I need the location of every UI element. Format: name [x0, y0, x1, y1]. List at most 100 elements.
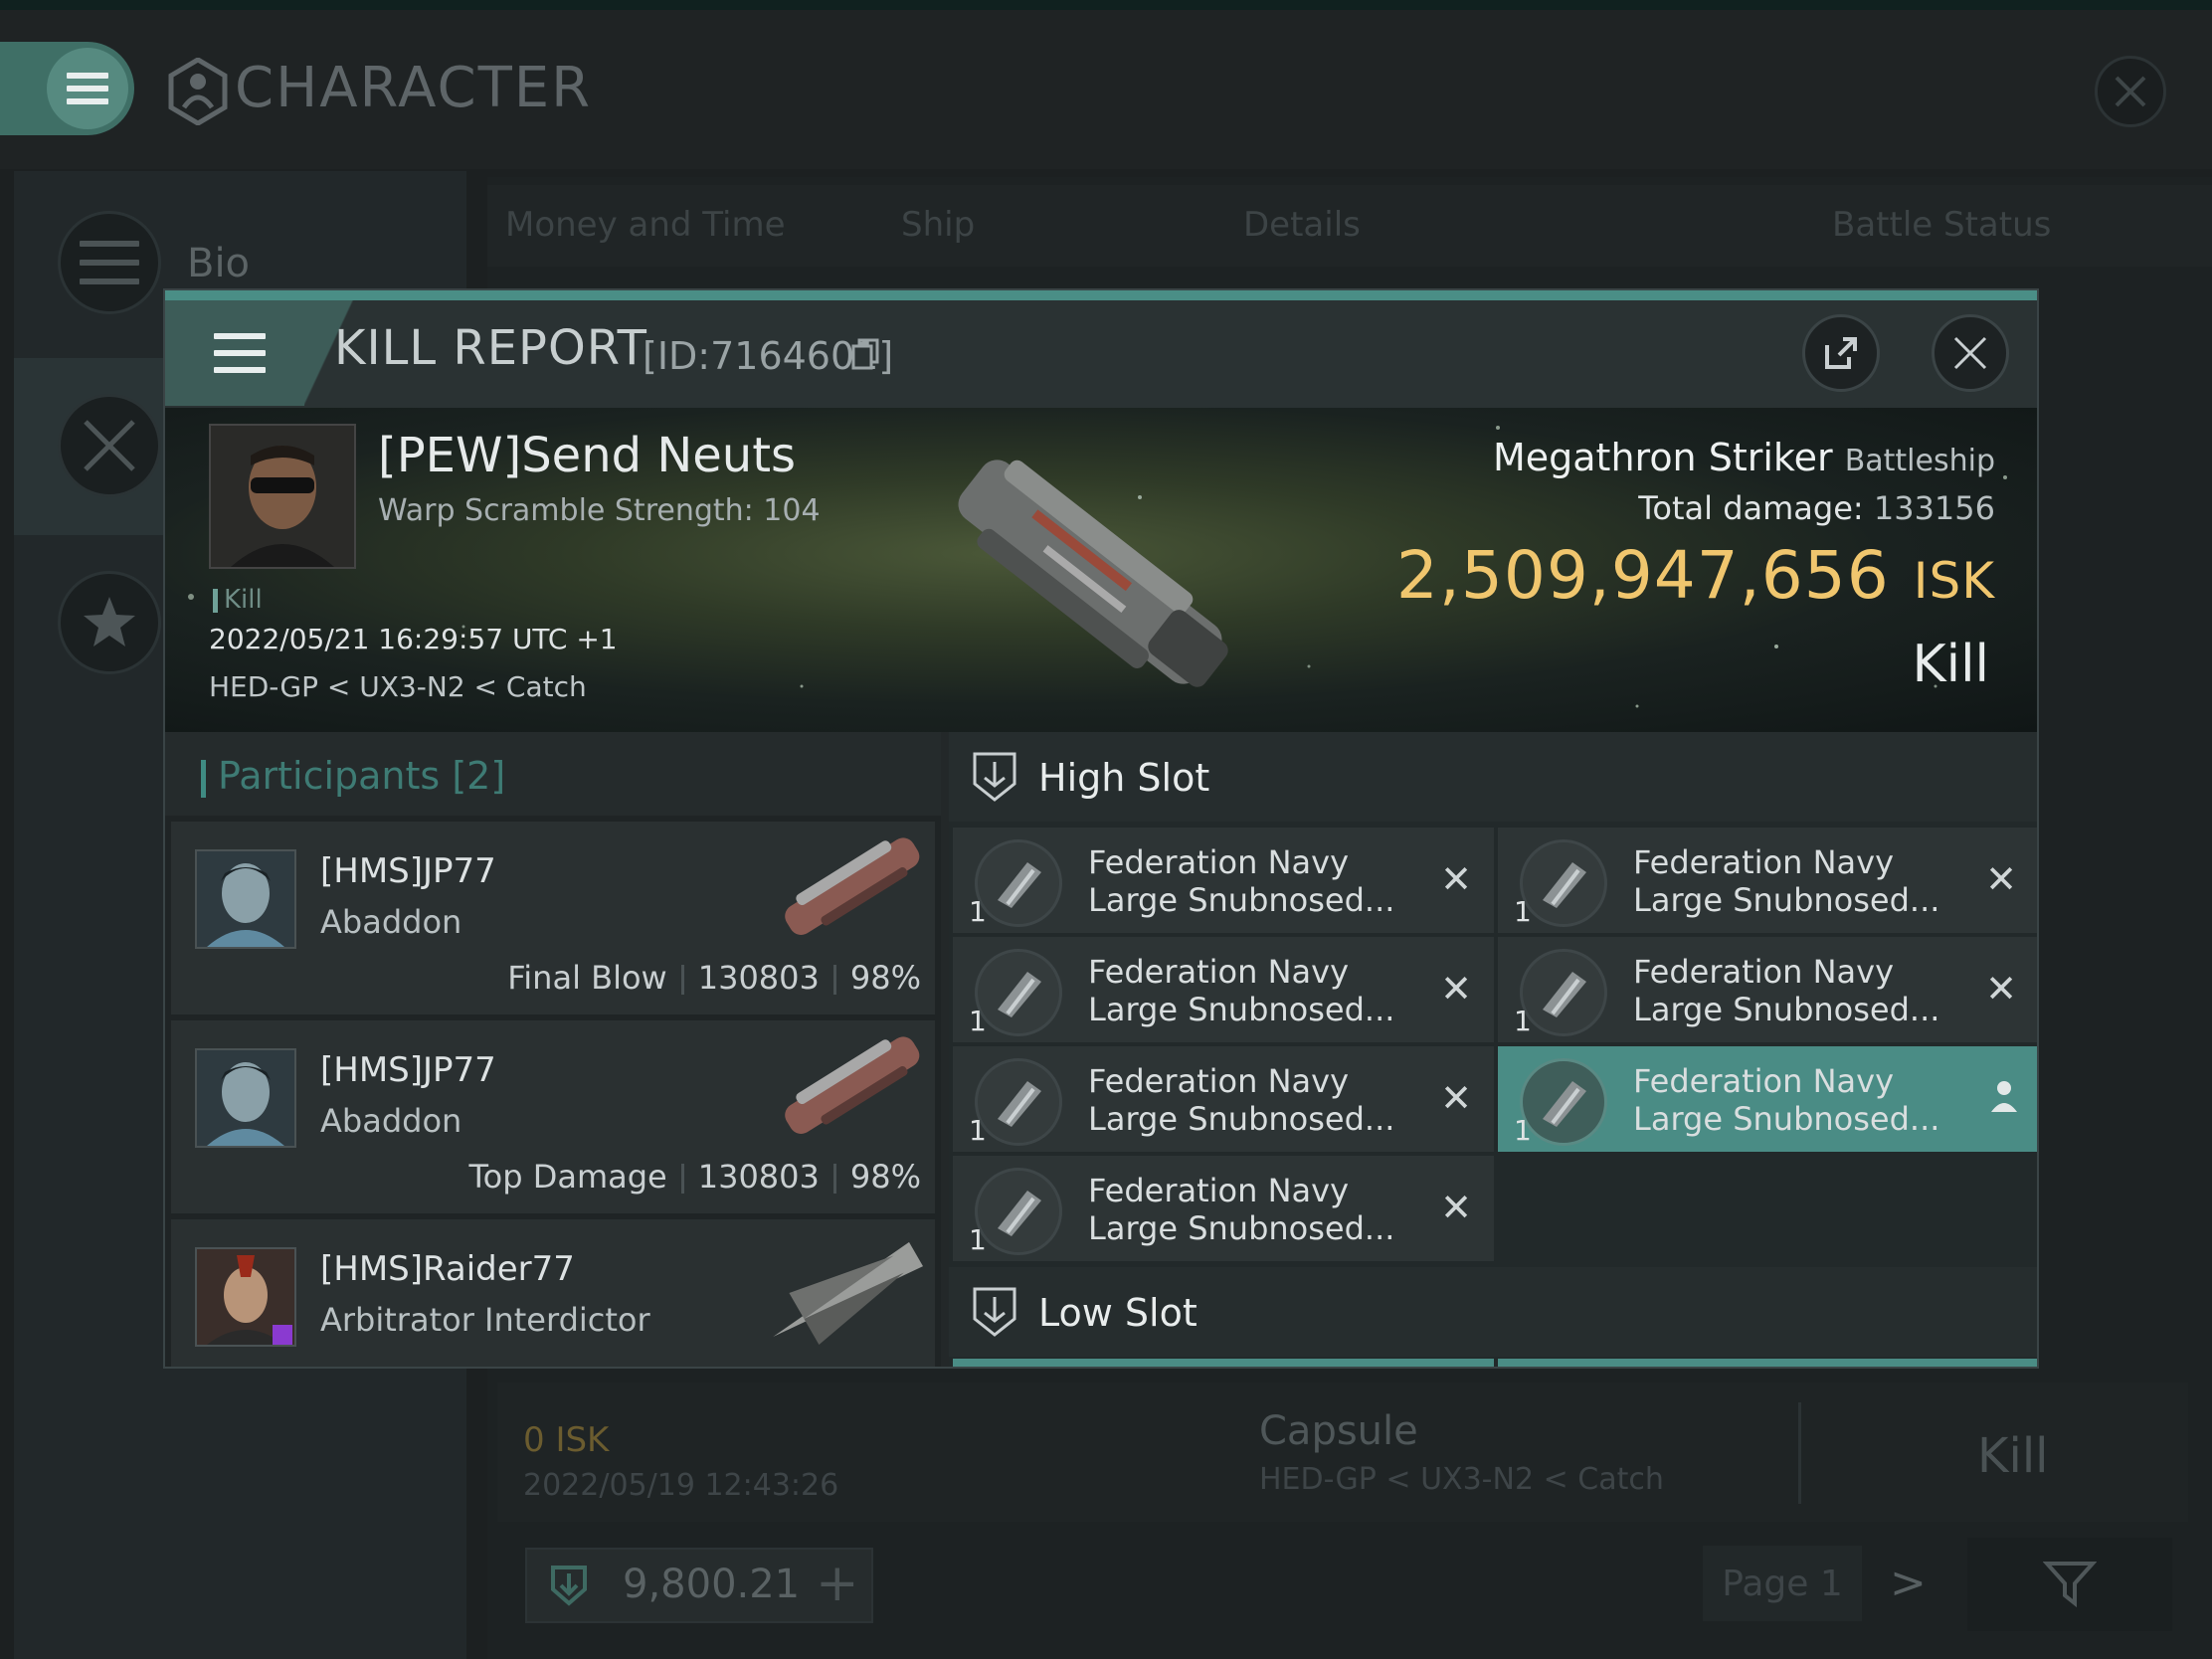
item-name-line1: Federation Navy	[1633, 953, 1894, 991]
fitting-item-partial[interactable]	[953, 1359, 1494, 1367]
row-divider	[1798, 1402, 1801, 1504]
participant-avatar[interactable]	[195, 849, 296, 949]
kill-tag-label: Kill	[224, 585, 263, 615]
participant-role: Top Damage	[468, 1158, 667, 1196]
high-slot-title: High Slot	[1038, 756, 1210, 800]
ship-name: Megathron Striker	[1492, 436, 1833, 479]
item-name-line1: Federation Navy	[1088, 1062, 1349, 1100]
isk-amount: 2,509,947,656	[1395, 537, 1890, 614]
victim-ship[interactable]: Megathron Striker Battleship	[1493, 436, 1995, 479]
add-balance-button[interactable]: +	[816, 1554, 859, 1613]
fitting-item[interactable]: 1 Federation Navy Large Snubnosed... ✕	[953, 1156, 1494, 1261]
row-result: Kill	[1977, 1428, 2049, 1484]
participant-ship-image	[773, 1241, 924, 1345]
copy-icon[interactable]	[851, 338, 879, 370]
fitting-item-partial[interactable]	[1498, 1359, 2037, 1367]
module-icon	[1520, 1058, 1607, 1146]
fitting-item[interactable]: 1 Federation Navy Large Snubnosed... ✕	[1498, 937, 2037, 1042]
main-menu-button[interactable]	[0, 42, 134, 135]
item-quantity: 1	[1514, 1005, 1532, 1037]
window-close-button[interactable]	[2095, 56, 2166, 127]
module-icon	[975, 839, 1062, 927]
row-ship: Capsule	[1259, 1408, 1418, 1454]
fitting-item-selected[interactable]: 1 Federation Navy Large Snubnosed...	[1498, 1046, 2037, 1152]
ship-class: Battleship	[1844, 444, 1995, 478]
destroyed-icon: ✕	[1440, 967, 1472, 1011]
victim-ship-image	[958, 460, 1228, 687]
item-name-line2: Large Snubnosed...	[1633, 1100, 1940, 1138]
total-damage-value: 133156	[1873, 489, 1995, 527]
total-damage: Total damage: 133156	[1638, 489, 1995, 527]
item-name-line2: Large Snubnosed...	[1633, 881, 1940, 919]
dialog-accent-line	[165, 290, 2037, 300]
item-quantity: 1	[969, 1223, 987, 1256]
participant-name[interactable]: [HMS]JP77	[320, 851, 496, 891]
filter-button[interactable]	[1967, 1538, 2172, 1631]
window-title: CHARACTER	[235, 56, 593, 120]
kill-result: Kill	[1912, 635, 1989, 694]
participant-ship-image	[785, 1036, 920, 1134]
tab-ship[interactable]: Ship	[901, 205, 975, 245]
item-quantity: 1	[1514, 1114, 1532, 1147]
top-strip	[0, 0, 2212, 10]
menu-icon	[214, 333, 266, 373]
item-name-line1: Federation Navy	[1633, 843, 1894, 881]
participant-avatar[interactable]	[195, 1247, 296, 1347]
participant-damage: 130803	[697, 959, 820, 997]
fitting-item[interactable]: 1 Federation Navy Large Snubnosed... ✕	[953, 828, 1494, 933]
item-name-line1: Federation Navy	[1088, 953, 1349, 991]
next-page-button[interactable]: >	[1890, 1558, 1927, 1608]
character-icon	[168, 58, 228, 125]
filter-icon	[2043, 1562, 2097, 1608]
fitting-panel: High Slot 1 Federation Navy Large Snubno…	[949, 732, 2037, 1367]
participant-stats: Top Damage 130803 98%	[469, 1158, 921, 1196]
destroyed-icon: ✕	[1985, 857, 2017, 901]
participants-panel: Participants [2] [HMS]JP77 Abaddon Final…	[165, 732, 941, 1367]
destroyed-icon: ✕	[1440, 1076, 1472, 1120]
participant-row[interactable]: [HMS]Raider77 Arbitrator Interdictor	[171, 1219, 935, 1367]
participant-avatar[interactable]	[195, 1048, 296, 1148]
participant-name[interactable]: [HMS]JP77	[320, 1050, 496, 1090]
high-slot-header: High Slot	[949, 732, 2037, 822]
module-icon	[975, 949, 1062, 1036]
item-quantity: 1	[969, 1005, 987, 1037]
participant-role: Final Blow	[507, 959, 667, 997]
dialog-close-button[interactable]	[1932, 314, 2009, 392]
destroyed-icon: ✕	[1985, 967, 2017, 1011]
item-quantity: 1	[969, 1114, 987, 1147]
warp-scramble-strength: Warp Scramble Strength: 104	[378, 493, 821, 528]
isk-value: 2,509,947,656 ISK	[1396, 537, 1995, 614]
item-name-line2: Large Snubnosed...	[1088, 1209, 1395, 1247]
participant-row[interactable]: [HMS]JP77 Abaddon Final Blow 130803 98%	[171, 822, 935, 1014]
victim-banner: [PEW]Send Neuts Warp Scramble Strength: …	[165, 408, 2037, 732]
menu-icon	[67, 73, 108, 104]
fitting-item[interactable]: 1 Federation Navy Large Snubnosed... ✕	[1498, 828, 2037, 933]
dialog-title: KILL REPORT	[334, 320, 647, 376]
person-icon	[1991, 1081, 2017, 1112]
close-icon	[1953, 336, 1987, 370]
kill-location[interactable]: HED-GP < UX3-N2 < Catch	[209, 670, 587, 703]
tab-money-and-time[interactable]: Money and Time	[505, 205, 786, 245]
export-button[interactable]	[1802, 314, 1880, 392]
participant-row[interactable]: [HMS]JP77 Abaddon Top Damage 130803 98%	[171, 1020, 935, 1213]
participant-pct: 98%	[849, 959, 921, 997]
item-quantity: 1	[1514, 895, 1532, 928]
wallet-icon	[551, 1566, 587, 1606]
tab-battle-status[interactable]: Battle Status	[1832, 205, 2051, 245]
participant-ship-image	[785, 837, 920, 935]
fitting-item[interactable]: 1 Federation Navy Large Snubnosed... ✕	[953, 937, 1494, 1042]
victim-portrait[interactable]	[209, 424, 356, 569]
participant-stats: Final Blow 130803 98%	[507, 959, 921, 997]
tab-details[interactable]: Details	[1243, 205, 1361, 245]
victim-name[interactable]: [PEW]Send Neuts	[378, 428, 796, 483]
item-name-line2: Large Snubnosed...	[1088, 881, 1395, 919]
fitting-item[interactable]: 1 Federation Navy Large Snubnosed... ✕	[953, 1046, 1494, 1152]
low-slot-title: Low Slot	[1038, 1291, 1198, 1335]
module-icon	[975, 1168, 1062, 1255]
low-slot-icon	[973, 1287, 1016, 1337]
participant-name[interactable]: [HMS]Raider77	[320, 1249, 575, 1289]
participant-ship: Abaddon	[320, 1102, 462, 1140]
dialog-menu-button[interactable]	[165, 300, 314, 406]
total-damage-label: Total damage:	[1638, 489, 1864, 527]
item-name-line2: Large Snubnosed...	[1633, 991, 1940, 1028]
